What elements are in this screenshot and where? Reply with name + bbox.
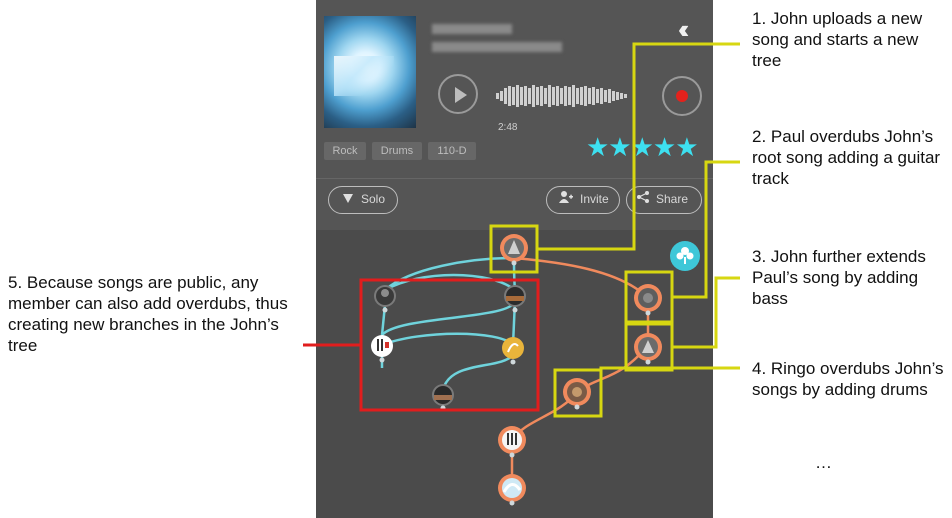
node-member-5[interactable] [432, 384, 454, 406]
node-root-john[interactable] [500, 234, 528, 262]
tree-icon[interactable] [670, 241, 700, 271]
branch-teal-5 [381, 332, 514, 347]
branch-teal-6 [441, 354, 514, 391]
node-paul-guitar[interactable] [634, 284, 662, 312]
node-ringo-drums[interactable] [563, 378, 591, 406]
annotation-ellipsis: … [815, 453, 832, 472]
connector-1 [537, 42, 740, 251]
node-orange-6[interactable] [498, 474, 526, 502]
annotation-1: 1. John uploads a new song and starts a … [752, 9, 923, 70]
branch-orange-1 [513, 256, 649, 299]
node-member-3[interactable] [371, 335, 393, 357]
branch-teal-4 [381, 299, 517, 336]
annotation-2: 2. Paul overdubs John’s root song adding… [752, 127, 941, 188]
annotation-5: 5. Because songs are public, any member … [8, 273, 288, 355]
annotation-3: 3. John further extends Paul’s song by a… [752, 247, 926, 308]
node-john-bass[interactable] [634, 333, 662, 361]
node-orange-5[interactable] [498, 426, 526, 454]
node-member-4[interactable] [502, 337, 524, 359]
node-member-1[interactable] [374, 285, 396, 307]
node-member-2[interactable] [504, 285, 526, 307]
annotation-4: 4. Ringo overdubs John’s songs by adding… [752, 359, 944, 399]
